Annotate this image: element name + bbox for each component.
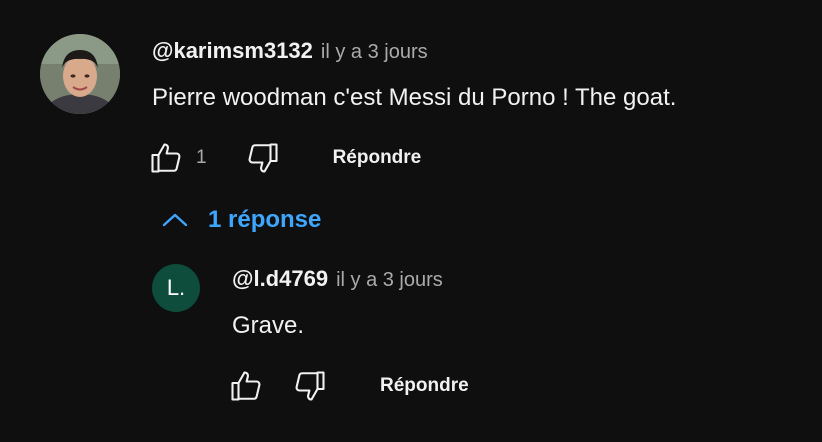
thumbs-down-icon xyxy=(248,143,278,173)
reply-avatar-letter: L. xyxy=(166,275,186,300)
thumbs-down-icon xyxy=(295,371,325,401)
avatar[interactable] xyxy=(40,34,120,114)
comment-thread: @karimsm3132 il y a 3 jours Pierre woodm… xyxy=(0,0,822,442)
thumbs-up-icon xyxy=(231,371,261,401)
like-count: 1 xyxy=(196,147,207,168)
reply-author-handle[interactable]: @l.d4769 xyxy=(232,266,328,292)
dislike-button[interactable] xyxy=(243,138,283,178)
thumbs-up-icon xyxy=(151,143,181,173)
replies-toggle-button[interactable]: 1 réponse xyxy=(160,206,321,234)
reply-actions: Répondre xyxy=(226,366,469,406)
reply-like-button[interactable] xyxy=(226,366,266,406)
reply-timestamp[interactable]: il y a 3 jours xyxy=(336,269,443,292)
reply-text: Grave. xyxy=(232,312,305,339)
reply-dislike-button[interactable] xyxy=(290,366,330,406)
comment-text: Pierre woodman c'est Messi du Porno ! Th… xyxy=(152,84,677,111)
reply-avatar[interactable]: L. xyxy=(152,264,200,312)
reply-header: @l.d4769 il y a 3 jours xyxy=(232,266,443,292)
replies-count-label: 1 réponse xyxy=(208,206,322,233)
like-button[interactable] xyxy=(146,138,186,178)
comment-author-handle[interactable]: @karimsm3132 xyxy=(152,38,313,64)
reply-reply-button[interactable]: Répondre xyxy=(380,375,469,397)
chevron-up-icon xyxy=(162,213,188,227)
reply-button[interactable]: Répondre xyxy=(333,147,422,169)
comment-header: @karimsm3132 il y a 3 jours xyxy=(152,38,428,64)
comment-actions: 1 Répondre xyxy=(146,138,421,178)
comment-timestamp[interactable]: il y a 3 jours xyxy=(321,41,428,64)
